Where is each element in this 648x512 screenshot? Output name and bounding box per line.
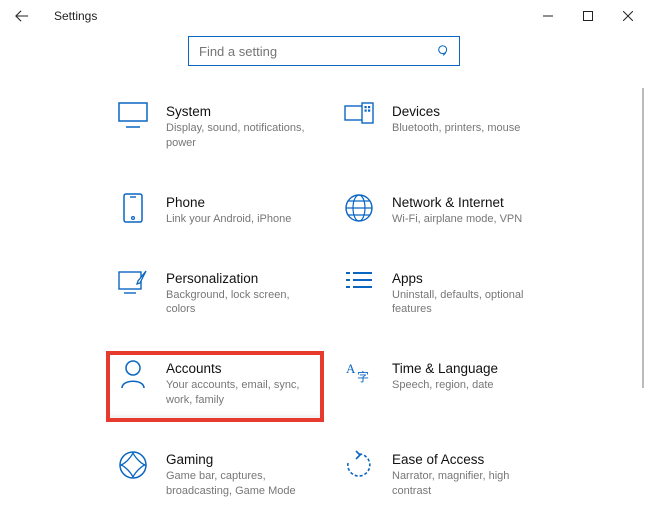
- item-desc: Wi-Fi, airplane mode, VPN: [392, 212, 522, 227]
- settings-item-time-language[interactable]: A字 Time & Language Speech, region, date: [336, 355, 546, 418]
- apps-icon: [342, 269, 376, 295]
- maximize-button[interactable]: [568, 0, 608, 32]
- personalization-icon: [116, 269, 150, 297]
- item-desc: Background, lock screen, colors: [166, 288, 314, 318]
- settings-grid: System Display, sound, notifications, po…: [0, 74, 648, 509]
- item-desc: Narrator, magnifier, high contrast: [392, 469, 540, 499]
- settings-item-apps[interactable]: Apps Uninstall, defaults, optional featu…: [336, 265, 546, 328]
- titlebar: Settings: [0, 0, 648, 32]
- item-desc: Display, sound, notifications, power: [166, 121, 314, 151]
- item-desc: Your accounts, email, sync, work, family: [166, 378, 314, 408]
- close-button[interactable]: [608, 0, 648, 32]
- phone-icon: [116, 193, 150, 223]
- system-icon: [116, 102, 150, 128]
- settings-item-personalization[interactable]: Personalization Background, lock screen,…: [110, 265, 320, 328]
- item-title: Network & Internet: [392, 195, 522, 210]
- ease-of-access-icon: [342, 450, 376, 480]
- svg-text:A: A: [346, 361, 356, 376]
- time-language-icon: A字: [342, 359, 376, 387]
- gaming-icon: [116, 450, 150, 480]
- item-desc: Speech, region, date: [392, 378, 498, 393]
- settings-item-accounts[interactable]: Accounts Your accounts, email, sync, wor…: [110, 355, 320, 418]
- item-title: System: [166, 104, 314, 119]
- devices-icon: [342, 102, 376, 128]
- item-desc: Uninstall, defaults, optional features: [392, 288, 540, 318]
- item-title: Phone: [166, 195, 291, 210]
- item-desc: Link your Android, iPhone: [166, 212, 291, 227]
- settings-item-network[interactable]: Network & Internet Wi-Fi, airplane mode,…: [336, 189, 546, 237]
- search-icon: [437, 44, 451, 58]
- scrollbar[interactable]: [642, 88, 644, 388]
- item-title: Apps: [392, 271, 540, 286]
- item-title: Devices: [392, 104, 520, 119]
- back-button[interactable]: [10, 4, 34, 28]
- window-title: Settings: [54, 9, 97, 23]
- item-title: Personalization: [166, 271, 314, 286]
- settings-item-devices[interactable]: Devices Bluetooth, printers, mouse: [336, 98, 546, 161]
- settings-item-phone[interactable]: Phone Link your Android, iPhone: [110, 189, 320, 237]
- settings-item-gaming[interactable]: Gaming Game bar, captures, broadcasting,…: [110, 446, 320, 509]
- search-input[interactable]: [197, 43, 437, 60]
- settings-item-ease-of-access[interactable]: Ease of Access Narrator, magnifier, high…: [336, 446, 546, 509]
- network-icon: [342, 193, 376, 223]
- settings-item-system[interactable]: System Display, sound, notifications, po…: [110, 98, 320, 161]
- item-title: Ease of Access: [392, 452, 540, 467]
- item-title: Time & Language: [392, 361, 498, 376]
- accounts-icon: [116, 359, 150, 389]
- item-desc: Bluetooth, printers, mouse: [392, 121, 520, 136]
- search-box[interactable]: [188, 36, 460, 66]
- minimize-button[interactable]: [528, 0, 568, 32]
- item-title: Gaming: [166, 452, 314, 467]
- svg-text:字: 字: [357, 369, 369, 384]
- item-desc: Game bar, captures, broadcasting, Game M…: [166, 469, 314, 499]
- item-title: Accounts: [166, 361, 314, 376]
